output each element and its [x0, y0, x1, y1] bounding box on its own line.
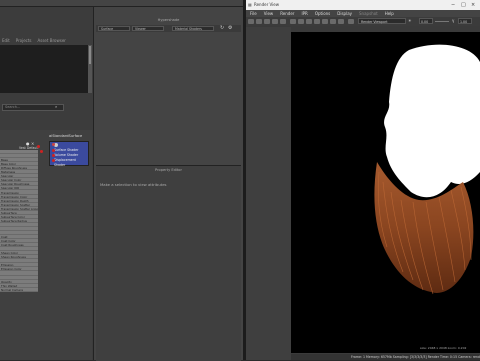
minimize-icon[interactable]: −	[451, 0, 455, 10]
settings-icon[interactable]: ⚙	[228, 25, 232, 31]
exposure-icon: ☀	[408, 18, 412, 23]
material-viewer	[96, 33, 241, 161]
menu-snapshot[interactable]: Snapshot	[359, 10, 378, 17]
close-icon[interactable]: ×	[471, 0, 475, 10]
attribute-header: ● × Vest Default	[0, 140, 40, 150]
render-icon[interactable]	[248, 19, 254, 24]
tab-asset-browser[interactable]: Asset Browser	[38, 38, 66, 43]
display-icon[interactable]	[348, 19, 354, 24]
property-editor-title: Property Editor	[155, 168, 182, 172]
maximize-icon[interactable]: □	[461, 0, 466, 10]
search-icon[interactable]: ⌕	[55, 104, 60, 109]
render-status: Frame: 1 Memory: 657Mb Sampling: [3/3/3/…	[291, 354, 480, 360]
render-sidebar	[246, 27, 291, 360]
material-toolbar: Surface Viewer Material Shaders ↻ ⚙	[96, 25, 241, 32]
menu-render[interactable]: Render	[280, 10, 294, 17]
refresh-icon[interactable]	[264, 19, 270, 24]
render-view-titlebar: ▦ Render View − □ ×	[246, 0, 480, 10]
zoom-icon[interactable]	[314, 19, 320, 24]
viewer-dropdown[interactable]: Viewer	[132, 26, 164, 31]
compare-icon[interactable]	[338, 19, 344, 24]
property-message: Make a selection to view attributes	[100, 182, 167, 187]
render-menubar: File View Render IPR Options Display Sna…	[246, 10, 480, 17]
channel-icon[interactable]	[298, 19, 304, 24]
gamma-icon: γ	[452, 18, 455, 23]
refresh-icon[interactable]: ↻	[220, 25, 224, 31]
connection-dot[interactable]	[37, 145, 40, 148]
exposure-field[interactable]: 0.00	[419, 18, 433, 24]
tab-edit[interactable]: Edit	[2, 38, 10, 43]
scrollbar-thumb[interactable]	[89, 46, 91, 64]
node-title: aiStandardSurface	[49, 134, 83, 138]
app-icon: ▦	[248, 2, 252, 7]
exposure-slider[interactable]	[435, 21, 449, 22]
attribute-row[interactable]: Normal Camera	[0, 288, 38, 292]
render-image	[374, 44, 480, 295]
menu-ipr[interactable]: IPR	[301, 10, 307, 17]
property-editor	[96, 165, 241, 361]
render-view-title: Render View	[254, 2, 280, 7]
panel-title: Hypershade	[157, 18, 180, 22]
connection-dot[interactable]	[40, 150, 43, 153]
hypershade-titlebar	[0, 0, 243, 7]
menu-help[interactable]: Help	[385, 10, 394, 17]
asset-browser-pane	[0, 45, 90, 93]
menu-view[interactable]: View	[264, 10, 274, 17]
keep-image-icon[interactable]	[322, 19, 328, 24]
alpha-icon[interactable]	[306, 19, 312, 24]
region-icon[interactable]	[272, 19, 278, 24]
menu-file[interactable]: File	[250, 10, 257, 17]
node-port-out[interactable]	[52, 142, 86, 147]
shader-dropdown[interactable]: Material Shaders	[172, 26, 214, 31]
gamma-field[interactable]: 1.00	[458, 18, 472, 24]
node-port-displacement[interactable]: Displacement Shader	[52, 158, 86, 167]
render-canvas[interactable]	[291, 32, 480, 353]
tab-projects[interactable]: Projects	[16, 38, 32, 43]
attribute-list: Base Base Color Diffuse Roughness Metalness…	[0, 150, 38, 292]
image-size-info: size: 2048 x 2048 zoom: 0.202	[420, 346, 467, 350]
shader-node[interactable]: Surface Shader Volume Shader Displacemen…	[49, 141, 89, 167]
surface-dropdown[interactable]: Surface	[98, 26, 130, 31]
menu-options[interactable]: Options	[315, 10, 330, 17]
remove-image-icon[interactable]	[330, 19, 336, 24]
ipr-icon[interactable]	[256, 19, 262, 24]
head-silhouette	[384, 44, 480, 198]
snapshot-icon[interactable]	[280, 19, 286, 24]
rgb-icon[interactable]	[290, 19, 296, 24]
menu-display[interactable]: Display	[337, 10, 352, 17]
camera-dropdown[interactable]: Render Viewport	[358, 18, 406, 24]
browser-tabs: Edit Projects Asset Browser	[0, 38, 66, 43]
